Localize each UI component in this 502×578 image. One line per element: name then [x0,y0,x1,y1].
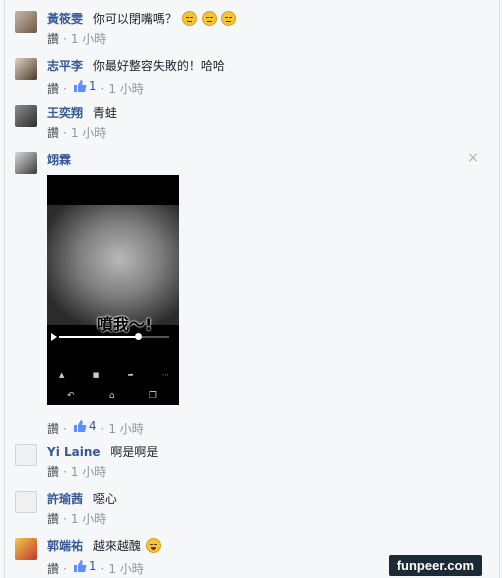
laughing-emoji-icon [145,538,161,553]
more-icon[interactable]: ⋯ [162,371,169,379]
like-count-number: 1 [88,79,97,93]
separator: · [63,562,67,576]
like-count[interactable]: 4 [71,418,97,434]
avatar[interactable] [15,444,37,466]
like-count[interactable]: 1 [71,558,97,574]
timestamp[interactable]: 1 小時 [108,422,143,436]
play-icon[interactable] [51,333,57,341]
separator: · [100,422,105,436]
separator: · [63,422,67,436]
avatar[interactable] [15,105,37,127]
comment-author[interactable]: 許瑜茜 [47,492,83,506]
recent-apps-icon[interactable]: ❐ [149,391,157,401]
like-link[interactable]: 讚 [47,126,59,140]
comment-author[interactable]: 郭端祐 [47,539,83,553]
timestamp[interactable]: 1 小時 [71,512,106,526]
video-attachment[interactable]: 噴我～! ▲ ■ ➦ ⋯ ↶ ⌂ ❐ [47,175,179,405]
comment-text: 越來越醜 [92,539,141,553]
comment-text: 噁心 [92,492,117,506]
comment-text: 你可以閉嘴嗎？ [92,12,177,26]
like-count-number: 1 [88,559,97,573]
comment-author[interactable]: 王奕翔 [47,106,83,120]
video-progress-bar[interactable] [59,333,169,340]
thumbs-up-icon [73,420,87,432]
like-count[interactable]: 1 [71,78,97,94]
video-progress-fill [59,336,139,338]
video-progress-handle[interactable] [135,333,143,340]
share-icon[interactable]: ➦ [128,371,134,379]
watermark: funpeer.com [388,555,482,576]
thumbs-up-icon [73,560,87,572]
timestamp[interactable]: 1 小時 [71,32,106,46]
comment-icon[interactable]: ■ [93,371,100,379]
avatar[interactable] [15,491,37,513]
separator: · [63,126,67,140]
comment-text: 青蛙 [92,106,117,120]
like-link[interactable]: 讚 [47,465,59,479]
home-icon[interactable]: ⌂ [109,391,115,401]
video-caption: 噴我～! [97,315,153,334]
separator: · [100,82,105,96]
separator: · [100,562,105,576]
comment-author[interactable]: 翊霖 [47,153,71,167]
unamused-emoji-icon [221,11,237,26]
separator: · [63,82,67,96]
separator: · [63,465,67,479]
timestamp[interactable]: 1 小時 [108,82,143,96]
timestamp[interactable]: 1 小時 [71,465,106,479]
separator: · [63,32,67,46]
phone-nav-bar: ↶ ⌂ ❐ [67,391,157,401]
video-action-icons: ▲ ■ ➦ ⋯ [59,371,169,379]
video-thumbnail [47,205,179,325]
like-link[interactable]: 讚 [47,32,59,46]
comment-panel: 黃筱雯 你可以閉嘴嗎？ 讚 · 1 小時 志平李 你最好整容失敗的！哈哈 讚 · 1 · 1… [4,0,500,578]
avatar[interactable] [15,11,37,33]
unamused-emoji-icon [181,11,197,26]
thumbs-up-icon [73,80,87,92]
comment-author[interactable]: Yi Laine [47,445,101,459]
like-link[interactable]: 讚 [47,82,59,96]
comment-text: 你最好整容失敗的！哈哈 [92,59,225,73]
avatar[interactable] [15,152,37,174]
like-link[interactable]: 讚 [47,422,59,436]
timestamp[interactable]: 1 小時 [71,126,106,140]
avatar[interactable] [15,58,37,80]
like-count-number: 4 [88,419,97,433]
comment-author[interactable]: 志平李 [47,59,83,73]
separator: · [63,512,67,526]
comment-text: 啊是啊是 [110,445,159,459]
timestamp[interactable]: 1 小時 [108,562,143,576]
like-link[interactable]: 讚 [47,562,59,576]
back-icon[interactable]: ↶ [67,391,75,401]
like-icon[interactable]: ▲ [59,371,64,379]
close-icon[interactable]: × [467,151,479,165]
unamused-emoji-icon [201,11,217,26]
like-link[interactable]: 讚 [47,512,59,526]
avatar[interactable] [15,538,37,560]
comment-author[interactable]: 黃筱雯 [47,12,83,26]
